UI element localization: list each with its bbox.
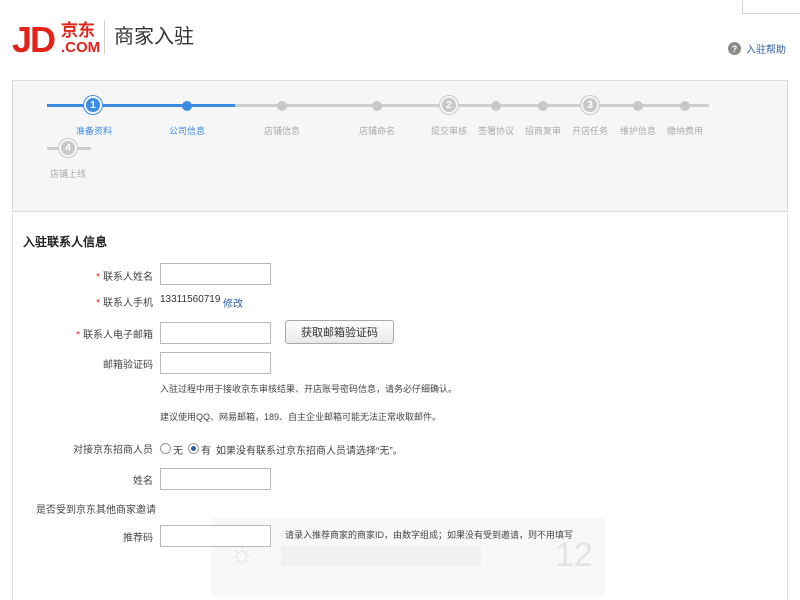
edit-phone-link[interactable]: 修改	[223, 295, 243, 310]
contact-form: 入驻联系人信息 * 联系人姓名 * 联系人手机 13311560719 修改 * 联系…	[12, 214, 788, 600]
logo-jd-text: JD	[12, 19, 56, 60]
invited-label: 是否受到京东其他商家邀请	[36, 505, 156, 516]
step-marker-9	[633, 101, 643, 111]
step-label-8: 开店任务	[571, 126, 609, 136]
page-header: JD 京东 .COM 商家入驻 ? 入驻帮助	[0, 0, 800, 78]
get-email-code-button[interactable]: 获取邮箱验证码	[285, 320, 394, 344]
contact-name-label-wrap: * 联系人姓名	[13, 264, 153, 286]
contact-name-label: * 联系人姓名	[96, 272, 153, 283]
progress-track-done	[47, 104, 235, 107]
step-label-4: 店铺命名	[358, 126, 396, 136]
step-marker-4	[372, 101, 382, 111]
step-marker-10	[680, 101, 690, 111]
radio-none[interactable]	[160, 443, 171, 454]
referral-input[interactable]	[160, 525, 271, 547]
referral-label-wrap: 推荐码	[13, 525, 153, 547]
referral-hint: 请录入推荐商家的商家ID，由数字组成；如果没有受到邀请，则不用填写	[285, 530, 574, 540]
progress-steps: 1 2 3 4 准备资料 公司信息 店铺信息 店铺命名 提交审核 签署协议 招商…	[12, 80, 788, 212]
step-marker-1: 1	[84, 96, 102, 114]
step-marker-3	[277, 101, 287, 111]
radio-none-label: 无	[173, 446, 183, 457]
step-label-10: 缴纳费用	[666, 126, 704, 136]
step-label-3: 店铺信息	[263, 126, 301, 136]
contact-phone-label-wrap: * 联系人手机	[13, 290, 153, 312]
step-marker-8: 3	[581, 96, 599, 114]
question-icon: ?	[728, 42, 741, 55]
contact-name-input[interactable]	[160, 263, 271, 285]
email-code-label: 邮箱验证码	[103, 360, 153, 371]
header-divider	[104, 20, 105, 54]
logo-com-text: .COM	[61, 39, 101, 56]
email-hint-1: 入驻过程中用于接收京东审核结果、开店账号密码信息，请务必仔细确认。	[160, 384, 458, 394]
step-marker-5: 2	[440, 96, 458, 114]
email-label: * 联系人电子邮箱	[76, 330, 153, 341]
step-label-11: 店铺上线	[49, 169, 87, 179]
email-code-input[interactable]	[160, 352, 271, 374]
step-label-2: 公司信息	[168, 126, 206, 136]
section-title: 入驻联系人信息	[23, 235, 108, 249]
email-code-label-wrap: 邮箱验证码	[13, 352, 153, 374]
contact-phone-value: 13311560719	[160, 294, 221, 305]
step-label-7: 招商复审	[524, 126, 562, 136]
radio-yes-label: 有	[201, 446, 211, 457]
step-marker-6	[491, 101, 501, 111]
page-title: 商家入驻	[114, 26, 194, 48]
faint-bar	[281, 546, 481, 566]
email-hint-2: 建议使用QQ、网易邮箱，189、自主企业邮箱可能无法正常收取邮件。	[160, 412, 442, 422]
overlay-number: 12	[555, 536, 593, 574]
step-label-9: 维护信息	[619, 126, 657, 136]
radio-yes[interactable]	[188, 443, 199, 454]
recruiter-name-input[interactable]	[160, 468, 271, 490]
name-label-wrap: 姓名	[13, 468, 153, 490]
step-marker-11: 4	[59, 139, 77, 157]
step-label-1: 准备资料	[75, 126, 113, 136]
step-label-6: 签署协议	[477, 126, 515, 136]
recruiter-hint: 如果没有联系过京东招商人员请选择“无”。	[216, 446, 403, 457]
logo-cn-text: 京东	[61, 21, 95, 40]
step-label-5: 提交审核	[430, 126, 468, 136]
recruiter-label: 对接京东招商人员	[73, 445, 153, 456]
step-marker-7	[538, 101, 548, 111]
step-marker-2	[182, 101, 192, 111]
recruiter-label-wrap: 对接京东招商人员	[13, 438, 153, 460]
email-input[interactable]	[160, 322, 271, 344]
name-label: 姓名	[133, 476, 153, 487]
contact-phone-label: * 联系人手机	[96, 298, 153, 309]
referral-label: 推荐码	[123, 533, 153, 544]
email-label-wrap: * 联系人电子邮箱	[13, 322, 153, 344]
help-label: 入驻帮助	[746, 45, 786, 56]
help-link[interactable]: ? 入驻帮助	[728, 41, 786, 56]
